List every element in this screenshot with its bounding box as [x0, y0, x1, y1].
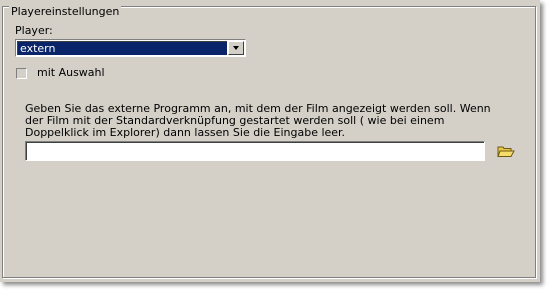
chevron-down-icon[interactable]	[228, 41, 244, 55]
open-folder-icon[interactable]	[497, 144, 515, 158]
player-select[interactable]: extern	[15, 39, 246, 57]
program-path-input[interactable]	[25, 141, 485, 161]
info-text: Geben Sie das externe Programm an, mit d…	[25, 102, 491, 139]
player-label: Player:	[15, 24, 53, 37]
selection-checkbox[interactable]	[16, 68, 27, 79]
settings-panel: Playereinstellungen Player: extern mit A…	[0, 0, 540, 282]
player-settings-group: Playereinstellungen Player: extern mit A…	[2, 6, 536, 278]
group-title: Playereinstellungen	[9, 5, 122, 18]
selection-checkbox-label[interactable]: mit Auswahl	[37, 67, 105, 79]
player-select-value: extern	[17, 41, 227, 55]
